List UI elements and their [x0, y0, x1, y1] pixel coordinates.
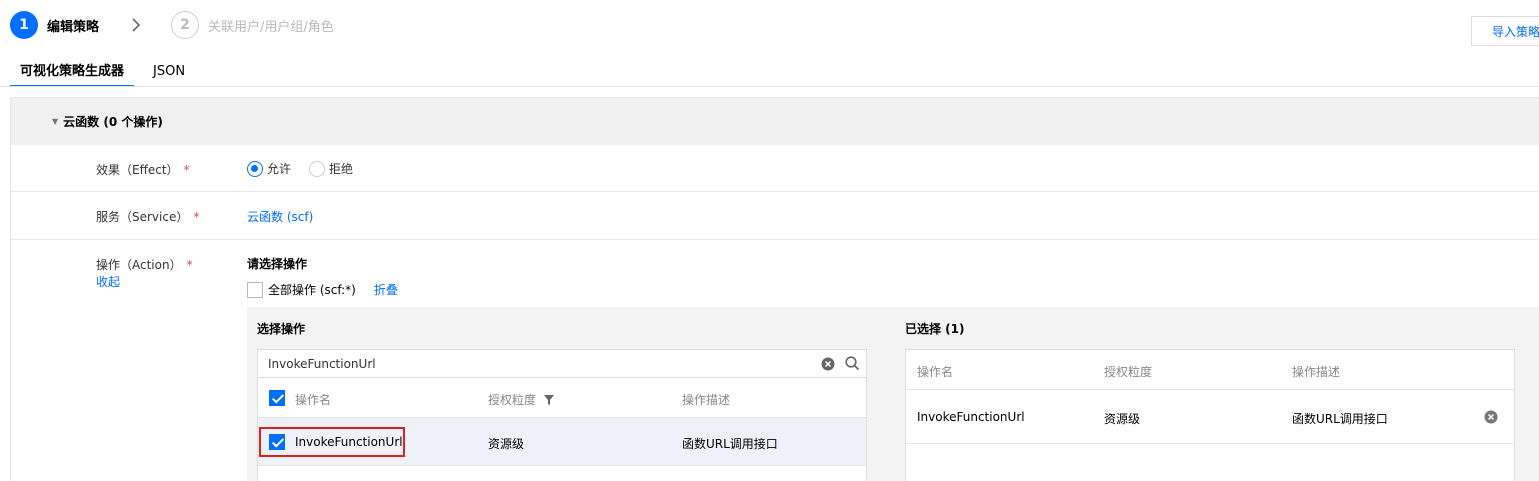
step-label-associate: 关联用户/用户组/角色 [208, 19, 334, 35]
table-row[interactable]: InvokeFunctionUrl 资源级 函数URL调用接口 [258, 418, 866, 466]
select-action-title: 选择操作 [257, 322, 306, 336]
search-icon[interactable] [845, 356, 860, 374]
table-header: 操作名 授权粒度 操作描述 [906, 350, 1514, 390]
choose-action-prompt: 请选择操作 [247, 257, 308, 271]
fold-link[interactable]: 折叠 [374, 281, 398, 298]
radio-deny-label[interactable]: 拒绝 [329, 160, 353, 177]
row-description: 函数URL调用接口 [682, 437, 778, 451]
effect-label-text: 效果（Effect） [96, 163, 179, 177]
required-mark: * [183, 163, 190, 177]
selected-title: 已选择 (1) [905, 322, 965, 336]
col-description: 操作描述 [1292, 365, 1341, 379]
effect-label: 效果（Effect） * [96, 161, 190, 178]
filter-icon[interactable] [543, 394, 554, 408]
row-granularity: 资源级 [1104, 412, 1141, 426]
effect-row: 效果（Effect） * 允许 拒绝 [11, 145, 1539, 192]
radio-allow[interactable] [247, 160, 263, 177]
chevron-right-icon [131, 18, 141, 32]
service-label: 服务（Service） * [96, 208, 199, 225]
tab-visual-editor[interactable]: 可视化策略生成器 [10, 60, 135, 87]
editor-tabs: 可视化策略生成器 JSON [10, 60, 185, 87]
table-header: 操作名 授权粒度 操作描述 [258, 378, 866, 418]
service-label-text: 服务（Service） [96, 210, 189, 224]
row-action-name: InvokeFunctionUrl [295, 435, 403, 449]
row-description: 函数URL调用接口 [1292, 412, 1388, 426]
step-label-edit-policy: 编辑策略 [47, 19, 100, 35]
effect-radio-group: 允许 拒绝 [247, 160, 353, 177]
action-label-text: 操作（Action） [96, 258, 182, 272]
row-action-name: InvokeFunctionUrl [917, 410, 1025, 424]
col-granularity: 授权粒度 [488, 391, 554, 408]
tabs-divider [0, 86, 1539, 87]
action-label: 操作（Action） * [96, 256, 193, 273]
remove-icon[interactable] [1484, 410, 1498, 427]
step-number-1: 1 [10, 11, 38, 39]
import-policy-button[interactable]: 导入策略 [1471, 16, 1539, 46]
radio-deny[interactable] [309, 160, 326, 177]
tab-json[interactable]: JSON [153, 60, 185, 87]
col-action-name: 操作名 [917, 365, 954, 379]
col-description: 操作描述 [682, 393, 731, 407]
collapse-link[interactable]: 收起 [96, 273, 120, 290]
radio-allow-label[interactable]: 允许 [267, 160, 291, 177]
clear-icon[interactable] [821, 357, 835, 374]
all-actions-option: 全部操作 (scf:*) 折叠 [247, 281, 398, 298]
all-actions-checkbox[interactable] [247, 281, 263, 298]
step-number-2: 2 [171, 11, 200, 39]
service-panel: ▼ 云函数 (0 个操作) 效果（Effect） * 允许 拒绝 服务（Servi… [10, 97, 1539, 481]
search-icons [821, 356, 860, 374]
selected-actions-table: 操作名 授权粒度 操作描述 InvokeFunctionUrl 资源级 函数UR… [905, 349, 1515, 481]
action-select-area: 选择操作 已选择 (1) InvokeFunctionUrl 操作名 授权粒度 [247, 307, 1539, 481]
row-checkbox[interactable] [269, 434, 285, 450]
all-actions-label[interactable]: 全部操作 (scf:*) [268, 281, 356, 298]
caret-down-icon: ▼ [52, 117, 59, 126]
available-actions-table: 操作名 授权粒度 操作描述 InvokeFunctionUrl 资源级 函数UR… [257, 378, 867, 481]
required-mark: * [186, 258, 193, 272]
row-granularity: 资源级 [488, 437, 525, 451]
table-row: InvokeFunctionUrl 资源级 函数URL调用接口 [906, 390, 1514, 444]
steps-indicator: 1 编辑策略 2 关联用户/用户组/角色 [10, 11, 334, 39]
col-granularity-text: 授权粒度 [488, 393, 537, 407]
service-row: 服务（Service） * 云函数 (scf) [11, 192, 1539, 240]
action-search-box[interactable]: InvokeFunctionUrl [257, 349, 867, 378]
panel-title: 云函数 (0 个操作) [63, 115, 163, 129]
col-action-name: 操作名 [295, 393, 332, 407]
required-mark: * [193, 210, 200, 224]
search-input[interactable]: InvokeFunctionUrl [268, 357, 376, 371]
select-all-checkbox[interactable] [269, 390, 285, 406]
panel-header[interactable]: ▼ 云函数 (0 个操作) [11, 98, 1539, 145]
col-granularity: 授权粒度 [1104, 365, 1153, 379]
service-value-link[interactable]: 云函数 (scf) [247, 208, 313, 225]
